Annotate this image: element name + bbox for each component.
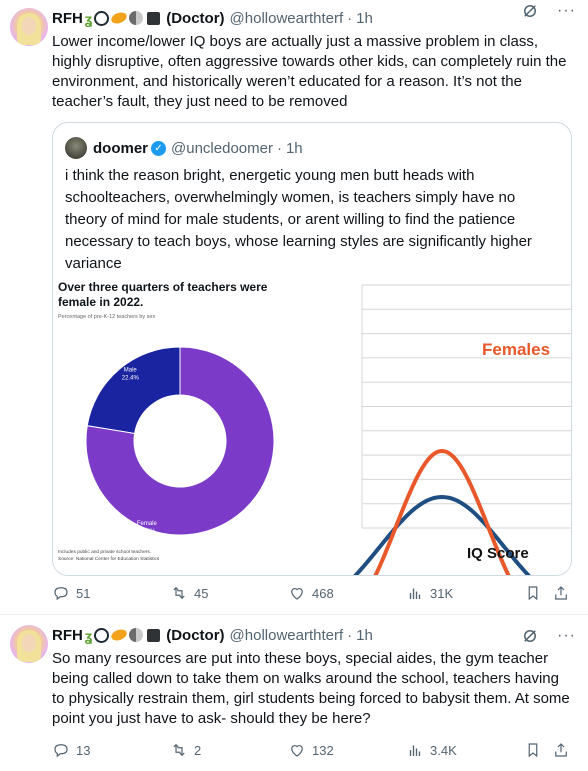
avatar[interactable] — [10, 625, 48, 663]
reply-count: 13 — [76, 742, 91, 758]
share-button[interactable] — [552, 740, 570, 760]
repost-count: 45 — [194, 585, 209, 601]
grok-icon[interactable] — [521, 2, 539, 25]
female-value: 77.6% — [138, 529, 156, 535]
quote-header: doomer ✓ @uncledoomer · 1h — [93, 137, 303, 159]
author-title: (Doctor) — [166, 9, 225, 27]
like-icon — [291, 588, 303, 600]
views-button[interactable]: 31K — [406, 583, 453, 603]
moon-emoji-icon — [129, 628, 144, 642]
males-curve — [353, 494, 531, 575]
q-emoji-icon — [94, 627, 110, 643]
moon-emoji-icon — [129, 11, 144, 25]
male-label: Male — [124, 367, 138, 373]
orange-emoji-icon — [109, 10, 129, 26]
views-icon — [409, 588, 421, 599]
male-value: 22.4% — [122, 375, 140, 381]
donut-chart: Male 22.4% Female 77.6% — [85, 346, 275, 536]
views-button[interactable]: 3.4K — [406, 740, 457, 760]
quote-avatar[interactable] — [65, 137, 87, 159]
tweet-text: So many resources are put into these boy… — [52, 650, 570, 727]
repost-count: 2 — [194, 742, 202, 758]
share-icon — [555, 586, 567, 600]
tweet-header: RFH ʓ (Doctor) @hollowearthterf · 1h — [52, 8, 373, 28]
repost-icon — [173, 743, 185, 757]
iq-curve-chart: Females IQ Score — [353, 284, 571, 575]
like-button[interactable]: 132 — [288, 740, 334, 760]
quote-timestamp: 1h — [285, 139, 303, 157]
separator-dot: · — [347, 626, 353, 644]
avatar-face — [22, 634, 36, 652]
iq-distribution-chart-image[interactable]: Females IQ Score — [310, 273, 571, 575]
lizard-emoji-icon: ʓ — [84, 628, 93, 644]
reply-button[interactable]: 13 — [52, 740, 90, 760]
verified-icon: ✓ — [151, 140, 167, 156]
bookmark-icon — [528, 743, 538, 758]
male-slice — [86, 346, 181, 435]
like-count: 132 — [312, 742, 334, 758]
tweet-header: RFH ʓ (Doctor) @hollowearthterf · 1h — [52, 625, 373, 645]
quote-text: i think the reason bright, energetic you… — [65, 167, 532, 272]
black-square-emoji-icon — [147, 11, 161, 25]
like-count: 468 — [312, 585, 334, 601]
reply-button[interactable]: 51 — [52, 583, 90, 603]
views-count: 3.4K — [430, 742, 457, 758]
quote-author-handle[interactable]: @uncledoomer — [171, 140, 273, 157]
orange-emoji-icon — [109, 627, 129, 643]
author-handle[interactable]: @hollowearthterf — [230, 627, 344, 644]
author-name[interactable]: RFH — [52, 627, 83, 644]
like-button[interactable]: 468 — [288, 583, 334, 603]
lizard-emoji-icon: ʓ — [84, 11, 93, 27]
tweet-top-actions: ··· — [521, 2, 576, 25]
views-icon — [409, 745, 421, 756]
reply-count: 51 — [76, 585, 91, 601]
timestamp[interactable]: 1h — [356, 10, 373, 27]
tweet-2[interactable]: RFH ʓ (Doctor) @hollowearthterf · 1h ···… — [0, 615, 588, 771]
x-axis-label: IQ Score — [467, 545, 529, 562]
author-title: (Doctor) — [166, 626, 225, 644]
more-icon[interactable]: ··· — [557, 2, 576, 25]
author-name[interactable]: RFH — [52, 10, 83, 27]
teachers-donut-chart-image[interactable]: Over three quarters of teachers were fem… — [53, 273, 308, 575]
females-curve — [373, 448, 511, 575]
like-icon — [291, 745, 303, 757]
share-button[interactable] — [552, 583, 570, 603]
timestamp[interactable]: 1h — [356, 627, 373, 644]
bookmark-icon — [528, 586, 538, 601]
bookmark-button[interactable] — [524, 583, 542, 603]
tweet-top-actions: ··· — [521, 627, 576, 650]
separator-dot: · — [347, 9, 353, 27]
separator-dot: · — [276, 139, 282, 157]
avatar-face — [22, 17, 36, 35]
female-label: Female — [137, 521, 158, 527]
chart-title: Over three quarters of teachers were fem… — [58, 280, 268, 309]
females-series-label: Females — [482, 340, 550, 359]
q-emoji-icon — [94, 10, 110, 26]
share-icon — [555, 743, 567, 757]
chart-footnote: Includes public and private school teach… — [58, 550, 152, 555]
tweet-action-bar: 51 45 468 31K — [52, 583, 572, 603]
tweet-1[interactable]: RFH ʓ (Doctor) @hollowearthterf · 1h ···… — [0, 0, 588, 612]
chart-source: Source: National Center for Education St… — [58, 557, 160, 562]
quoted-tweet[interactable]: doomer ✓ @uncledoomer · 1h i think the r… — [52, 122, 572, 576]
repost-button[interactable]: 45 — [170, 583, 208, 603]
tweet-action-bar: 13 2 132 3.4K — [52, 740, 572, 760]
views-count: 31K — [430, 585, 454, 601]
more-icon[interactable]: ··· — [557, 627, 576, 650]
quote-author-name[interactable]: doomer — [93, 140, 148, 157]
grok-icon[interactable] — [521, 627, 539, 650]
reply-icon — [54, 744, 68, 758]
author-handle[interactable]: @hollowearthterf — [230, 10, 344, 27]
repost-icon — [173, 586, 185, 600]
repost-button[interactable]: 2 — [170, 740, 201, 760]
tweet-text: Lower income/lower IQ boys are actually … — [52, 33, 567, 110]
reply-icon — [54, 587, 68, 601]
avatar[interactable] — [10, 8, 48, 46]
bookmark-button[interactable] — [524, 740, 542, 760]
black-square-emoji-icon — [147, 628, 161, 642]
